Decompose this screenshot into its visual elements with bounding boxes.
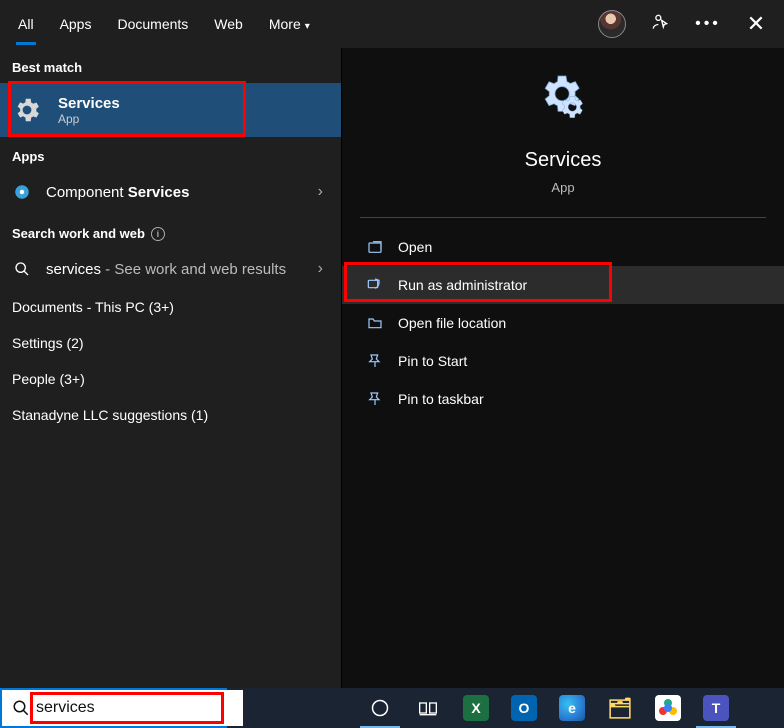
action-open[interactable]: Open [342,228,784,266]
taskbar-edge[interactable]: e [549,688,595,728]
settings-results[interactable]: Settings (2) [0,325,341,361]
taskbar: X O e 🗂 T [227,688,784,728]
gear-icon [533,70,593,141]
preview-subtitle: App [551,180,574,195]
taskbar-teams[interactable]: T [693,688,739,728]
result-sub: App [58,112,120,126]
chevron-right-icon: › [318,183,329,201]
result-services[interactable]: Services App [0,83,341,137]
taskbar-chrome[interactable] [645,688,691,728]
search-icon [12,699,30,722]
result-component-services[interactable]: Component Services › [0,172,341,212]
preview-title: Services [525,149,602,172]
tab-more[interactable]: More▾ [259,5,320,43]
action-pin-to-taskbar[interactable]: Pin to taskbar [342,380,784,418]
tab-all[interactable]: All [8,5,44,43]
taskbar-task-view[interactable] [405,688,451,728]
component-icon [12,182,32,202]
preview-panel: Services App Open Run as administrator O… [341,48,784,688]
stanadyne-suggestions[interactable]: Stanadyne LLC suggestions (1) [0,397,341,433]
search-box[interactable] [0,688,227,728]
best-match-header: Best match [0,48,341,83]
tab-documents[interactable]: Documents [107,5,198,43]
more-options-icon[interactable]: ••• [694,15,722,33]
taskbar-cortana[interactable] [357,688,403,728]
action-run-as-administrator[interactable]: Run as administrator [342,266,784,304]
chevron-down-icon: ▾ [305,21,310,32]
result-label: Component Services [46,184,189,201]
close-icon[interactable]: ✕ [742,11,770,37]
tab-web[interactable]: Web [204,5,253,43]
separator [360,217,766,218]
taskbar-excel[interactable]: X [453,688,499,728]
avatar[interactable] [598,10,626,38]
documents-this-pc[interactable]: Documents - This PC (3+) [0,289,341,325]
admin-icon [366,276,384,294]
results-panel: Best match Services App Apps Component S… [0,48,341,688]
tab-apps[interactable]: Apps [50,5,102,43]
search-tabs: All Apps Documents Web More▾ ••• ✕ [0,0,784,48]
action-open-file-location[interactable]: Open file location [342,304,784,342]
people-results[interactable]: People (3+) [0,361,341,397]
taskbar-file-explorer[interactable]: 🗂 [597,688,643,728]
gear-icon [10,93,44,127]
result-name: Services [58,95,120,112]
feedback-icon[interactable] [646,12,674,37]
taskbar-outlook[interactable]: O [501,688,547,728]
open-icon [366,238,384,256]
folder-icon [366,314,384,332]
search-work-web-header: Search work and web i [0,212,341,249]
action-pin-to-start[interactable]: Pin to Start [342,342,784,380]
search-input[interactable] [2,690,243,726]
info-icon[interactable]: i [151,227,165,241]
chevron-right-icon: › [318,260,329,278]
pin-icon [366,390,384,408]
web-result-services[interactable]: services - See work and web results › [0,249,341,289]
pin-icon [366,352,384,370]
web-result-label: services - See work and web results [46,261,286,278]
apps-header: Apps [0,137,341,172]
search-icon [12,259,32,279]
